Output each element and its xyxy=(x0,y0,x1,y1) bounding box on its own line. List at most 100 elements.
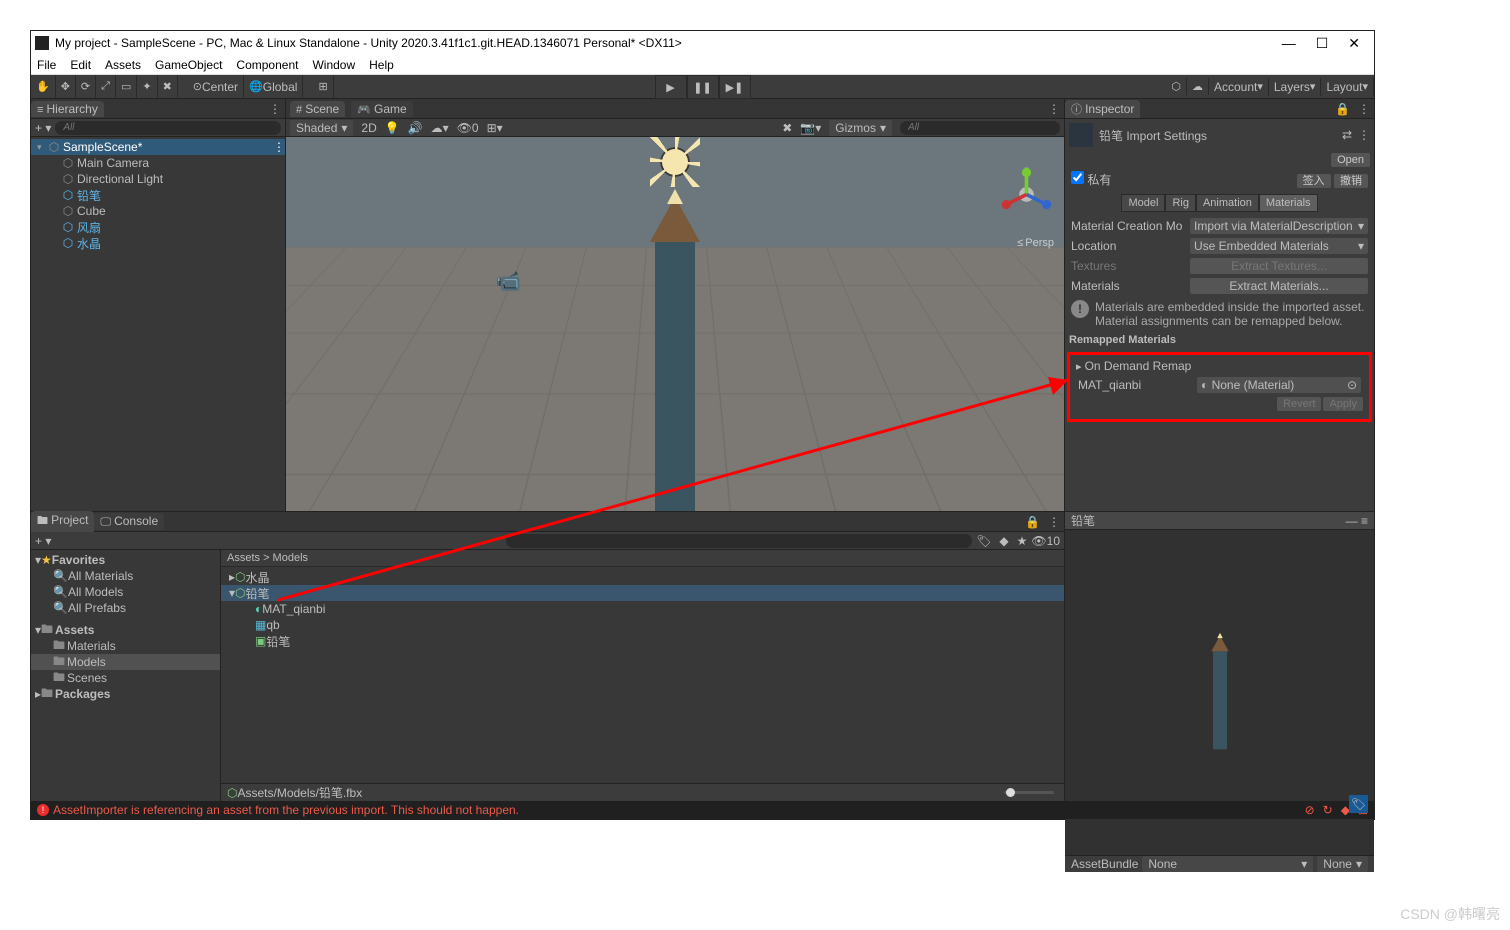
create-dropdown[interactable]: + ▾ xyxy=(35,121,51,135)
cloud-button[interactable]: ☁ xyxy=(1187,78,1209,95)
minimize-button[interactable]: — xyxy=(1282,35,1296,52)
collab-button[interactable]: ⬡ xyxy=(1166,78,1187,95)
apply-button[interactable]: Apply xyxy=(1323,397,1363,411)
maximize-button[interactable]: ☐ xyxy=(1316,35,1329,52)
menu-window[interactable]: Window xyxy=(312,58,355,72)
tab-menu-icon[interactable]: ⋮ xyxy=(265,102,285,116)
gizmos-dropdown[interactable]: Gizmos ▾ xyxy=(829,120,892,136)
custom-tool[interactable]: ✖ xyxy=(158,75,178,98)
space-toggle[interactable]: 🌐Global xyxy=(244,75,303,98)
menu-component[interactable]: Component xyxy=(236,58,298,72)
filter-icon[interactable]: ★ xyxy=(1017,534,1028,548)
light-toggle[interactable]: 💡 xyxy=(385,121,400,135)
tab-menu-icon[interactable]: ⋮ xyxy=(1044,515,1064,529)
pause-button[interactable]: ❚❚ xyxy=(687,75,719,99)
favorite-item[interactable]: 🔍 All Materials xyxy=(31,568,220,584)
scene-search[interactable] xyxy=(900,121,1060,135)
filter-icon[interactable]: ◆ xyxy=(999,534,1008,548)
hierarchy-item[interactable]: ⬡Directional Light xyxy=(31,171,285,187)
account-dropdown[interactable]: Account ▾ xyxy=(1209,78,1269,96)
location-dropdown[interactable]: Use Embedded Materials▾ xyxy=(1190,238,1368,254)
materials-tab[interactable]: Materials xyxy=(1259,194,1318,212)
hierarchy-search[interactable] xyxy=(55,121,281,135)
hierarchy-item[interactable]: ⬡Main Camera xyxy=(31,155,285,171)
revert-button[interactable]: Revert xyxy=(1277,397,1321,411)
hidden-count[interactable]: 👁10 xyxy=(1031,534,1060,548)
status-icon[interactable]: ↻ xyxy=(1323,803,1333,817)
tab-menu-icon[interactable]: ⋮ xyxy=(1044,102,1064,116)
asset-item[interactable]: ▣ 铅笔 xyxy=(221,633,1064,649)
scale-tool[interactable]: ⤢ xyxy=(96,75,116,98)
private-checkbox[interactable] xyxy=(1071,171,1084,184)
filter-icon[interactable]: 🏷 xyxy=(976,534,991,548)
hand-tool[interactable]: ✋ xyxy=(31,75,56,98)
hierarchy-tab[interactable]: ≡ Hierarchy xyxy=(31,101,104,117)
folder-item[interactable]: 🖿 Scenes xyxy=(31,670,220,686)
draw-mode-dropdown[interactable]: Shaded ▾ xyxy=(290,120,353,136)
asset-item[interactable]: ▾⬡ 铅笔 xyxy=(221,585,1064,601)
hierarchy-item[interactable]: ⬡铅笔 xyxy=(31,187,285,203)
open-button[interactable]: Open xyxy=(1331,153,1370,167)
favorite-item[interactable]: 🔍 All Prefabs xyxy=(31,600,220,616)
transform-tool[interactable]: ✦ xyxy=(137,75,157,98)
tab-menu-icon[interactable]: ⋮ xyxy=(1354,102,1374,116)
favorite-item[interactable]: 🔍 All Models xyxy=(31,584,220,600)
hierarchy-item[interactable]: ⬡风扇 xyxy=(31,219,285,235)
rig-tab[interactable]: Rig xyxy=(1165,194,1196,212)
animation-tab[interactable]: Animation xyxy=(1196,194,1259,212)
asset-label-icon[interactable]: 🏷 xyxy=(1349,795,1368,813)
asset-item[interactable]: ▦ qb xyxy=(221,617,1064,633)
packages-root[interactable]: ▸🖿 Packages xyxy=(31,686,220,702)
model-tab[interactable]: Model xyxy=(1121,194,1165,212)
menu-file[interactable]: File xyxy=(37,58,56,72)
on-demand-foldout[interactable]: ▸ On Demand Remap xyxy=(1072,357,1367,375)
mat-creation-dropdown[interactable]: Import via MaterialDescription▾ xyxy=(1190,218,1368,234)
inspector-tab[interactable]: ⓘ Inspector xyxy=(1065,100,1140,118)
signin-button[interactable]: 签入 xyxy=(1297,174,1331,188)
extract-textures-button[interactable]: Extract Textures... xyxy=(1190,258,1368,274)
material-slot[interactable]: ◐ None (Material)⊙ xyxy=(1197,377,1361,393)
snap-toggle[interactable]: ⊞ xyxy=(313,75,333,98)
asset-item[interactable]: ▸⬡ 水晶 xyxy=(221,569,1064,585)
thumbnail-size-slider[interactable] xyxy=(1004,791,1054,794)
scene-tab[interactable]: # Scene xyxy=(290,101,345,117)
orientation-gizmo[interactable]: y xyxy=(999,167,1054,222)
play-button[interactable]: ▶ xyxy=(655,75,687,99)
hierarchy-item[interactable]: ⬡Cube xyxy=(31,203,285,219)
lock-icon[interactable]: 🔒 xyxy=(1331,102,1354,116)
tab-menu-icon[interactable]: ⋮ xyxy=(1358,128,1370,142)
close-button[interactable]: ✕ xyxy=(1348,35,1360,52)
camera-toggle[interactable]: 📷▾ xyxy=(800,121,821,135)
revoke-button[interactable]: 撤销 xyxy=(1334,174,1368,188)
breadcrumb[interactable]: Assets > Models xyxy=(221,550,1064,567)
asset-item[interactable]: ◐ MAT_qianbi xyxy=(221,601,1064,617)
step-button[interactable]: ▶❚ xyxy=(719,75,751,99)
menu-help[interactable]: Help xyxy=(369,58,394,72)
audio-toggle[interactable]: 🔊 xyxy=(408,121,423,135)
status-bar[interactable]: ! AssetImporter is referencing an asset … xyxy=(31,801,1374,819)
status-icon[interactable]: ⊘ xyxy=(1305,803,1315,817)
layers-dropdown[interactable]: Layers ▾ xyxy=(1269,78,1322,96)
menu-edit[interactable]: Edit xyxy=(70,58,91,72)
create-dropdown[interactable]: + ▾ xyxy=(35,534,51,548)
tools-toggle[interactable]: ✖ xyxy=(782,121,792,135)
assetbundle-dropdown[interactable]: None▾ xyxy=(1142,856,1313,872)
menu-assets[interactable]: Assets xyxy=(105,58,141,72)
favorites-root[interactable]: ▾★ Favorites xyxy=(31,552,220,568)
rect-tool[interactable]: ▭ xyxy=(116,75,137,98)
scene-viewport[interactable]: 📹 y Persp xyxy=(286,137,1064,511)
hidden-toggle[interactable]: 👁0 xyxy=(457,121,479,135)
preview-menu-icon[interactable]: — ≡ xyxy=(1346,514,1368,528)
scene-root[interactable]: ▾⬡SampleScene*⋮ xyxy=(31,139,285,155)
project-tab[interactable]: 🖿 Project xyxy=(31,511,94,532)
extract-materials-button[interactable]: Extract Materials... xyxy=(1190,278,1368,294)
pivot-toggle[interactable]: ⊙Center xyxy=(188,75,244,98)
projection-label[interactable]: Persp xyxy=(1017,237,1054,249)
project-search[interactable] xyxy=(506,534,972,548)
layout-dropdown[interactable]: Layout ▾ xyxy=(1321,78,1374,96)
variant-dropdown[interactable]: None ▾ xyxy=(1317,856,1368,872)
hierarchy-item[interactable]: ⬡水晶 xyxy=(31,235,285,251)
lock-icon[interactable]: 🔒 xyxy=(1021,515,1044,529)
2d-toggle[interactable]: 2D xyxy=(361,121,376,135)
object-picker-icon[interactable]: ⊙ xyxy=(1347,378,1357,392)
